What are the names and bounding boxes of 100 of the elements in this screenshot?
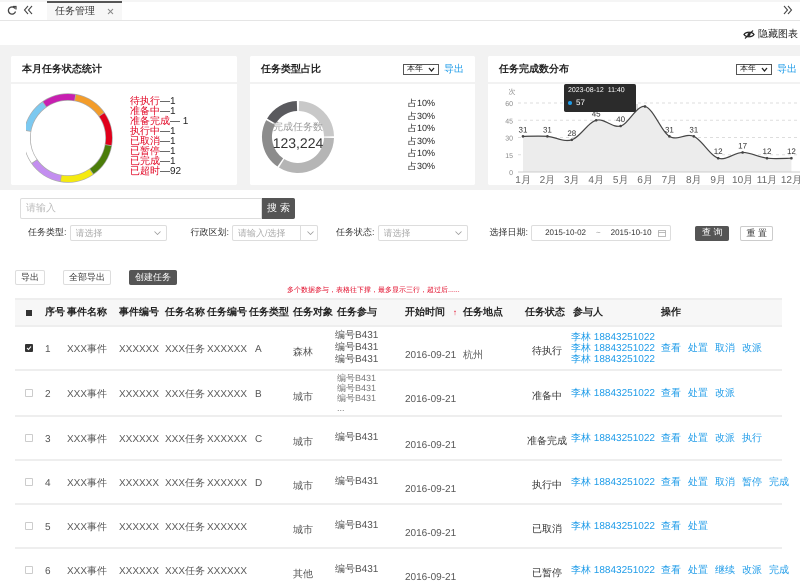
action-button[interactable]: 创建任务 <box>129 270 177 285</box>
reset-button[interactable]: 重 置 <box>740 226 774 240</box>
period-select[interactable]: 本年 <box>736 64 772 74</box>
table-cell: XXX任务 <box>165 344 206 355</box>
column-header[interactable]: 任务类型 <box>249 305 289 320</box>
chevron-down-icon <box>307 231 314 235</box>
column-header[interactable]: 任务对象 <box>293 305 333 320</box>
contact-link[interactable]: 李林 18843251022 <box>571 564 659 576</box>
data-point <box>546 135 549 138</box>
contact-link[interactable]: 李林 18843251022 <box>571 354 659 364</box>
contact-link[interactable]: 李林 18843251022 <box>571 388 659 398</box>
data-point <box>741 151 744 154</box>
data-point <box>716 156 720 160</box>
search-button[interactable]: 搜 索 <box>262 198 295 219</box>
data-label: 31 <box>689 125 698 134</box>
period-select[interactable]: 本年 <box>403 64 439 74</box>
status-text: 已取消 <box>532 522 562 536</box>
action-link[interactable]: 查看 <box>661 386 681 400</box>
row-checkbox[interactable] <box>25 389 33 397</box>
sort-indicator[interactable]: ↑ <box>453 306 457 318</box>
action-link[interactable]: 暂停 <box>742 474 762 490</box>
double-chevron-right-icon[interactable] <box>783 5 793 15</box>
participant-text: 编号B431 <box>336 383 378 393</box>
double-chevron-left-icon[interactable] <box>23 5 33 15</box>
column-header[interactable]: 任务地点 <box>463 305 503 320</box>
axis-tick-label: 1月 <box>515 175 531 187</box>
table-cell: XXXXXX <box>119 566 160 577</box>
export-link[interactable]: 导出 <box>777 62 797 76</box>
column-header[interactable]: 事件名称 <box>67 305 107 320</box>
action-link[interactable]: 完成 <box>769 562 789 578</box>
row-checkbox[interactable] <box>25 344 33 352</box>
column-header[interactable]: 任务状态 <box>525 305 565 320</box>
data-label: 31 <box>542 125 552 134</box>
action-link[interactable]: 继续 <box>715 562 735 578</box>
action-link[interactable]: 改派 <box>715 386 735 400</box>
select-all-checkbox[interactable] <box>26 310 32 316</box>
filter-label: 行政区划: <box>190 226 230 240</box>
action-link[interactable]: 取消 <box>715 340 735 356</box>
contact-link[interactable]: 李林 18843251022 <box>571 432 659 444</box>
data-label: 12 <box>762 147 772 156</box>
close-icon[interactable] <box>107 8 114 15</box>
action-link[interactable]: 处置 <box>688 340 708 356</box>
action-link[interactable]: 查看 <box>661 474 681 490</box>
action-link[interactable]: 查看 <box>661 562 681 578</box>
action-link[interactable]: 处置 <box>688 430 708 446</box>
row-checkbox[interactable] <box>25 434 33 442</box>
select-field[interactable]: 请输入/选择 <box>232 225 318 241</box>
legend-item: 占10% <box>408 147 436 160</box>
row-checkbox[interactable] <box>25 566 33 574</box>
action-link[interactable]: 改派 <box>715 430 735 446</box>
select-field[interactable]: 请选择 <box>378 225 468 241</box>
legend-item: 已取消—1 <box>130 137 177 147</box>
tab[interactable]: 任务管理 <box>47 1 122 20</box>
select-field[interactable]: 请选择 <box>70 225 167 241</box>
column-header[interactable]: 任务名称 <box>165 305 205 320</box>
action-link[interactable]: 取消 <box>715 474 735 490</box>
column-header[interactable]: 任务编号 <box>207 305 247 320</box>
hide-charts-button[interactable]: 隐藏图表 <box>743 27 798 42</box>
export-link[interactable]: 导出 <box>444 62 464 76</box>
refresh-icon[interactable] <box>7 5 17 15</box>
legend-item: 占30% <box>408 110 436 122</box>
action-link[interactable]: 改派 <box>742 340 762 356</box>
action-link[interactable]: 查看 <box>661 340 681 356</box>
action-link[interactable]: 改派 <box>742 562 762 578</box>
search-field[interactable]: 请输入 <box>20 198 262 219</box>
action-button[interactable]: 全部导出 <box>63 270 111 285</box>
contact-link[interactable]: 李林 18843251022 <box>571 476 659 488</box>
action-link[interactable]: 查看 <box>661 430 681 446</box>
row-checkbox[interactable] <box>25 522 33 530</box>
participant-text: 编号B431 <box>335 564 380 576</box>
column-header[interactable]: 操作 <box>661 305 681 320</box>
action-link[interactable]: 处置 <box>688 386 708 400</box>
action-link[interactable]: 处置 <box>688 562 708 578</box>
axis-tick-label: 11月 <box>756 175 778 187</box>
table-cell: XXXXXX <box>207 434 248 445</box>
action-link[interactable]: 处置 <box>688 518 708 534</box>
contact-link[interactable]: 李林 18843251022 <box>571 520 659 532</box>
end-date: 2015-10-10 <box>610 227 652 239</box>
query-button[interactable]: 查 询 <box>695 226 730 240</box>
table-cell: 其他 <box>293 569 313 580</box>
column-header[interactable]: 序号 <box>45 305 65 320</box>
table-cell: XXX任务 <box>165 478 206 489</box>
column-header[interactable]: 事件编号 <box>119 305 159 320</box>
table-cell: 2016-09-21 <box>405 528 456 539</box>
row-checkbox[interactable] <box>25 478 33 486</box>
date-range-field[interactable]: 2015-10-02 ~ 2015-10-10 <box>531 225 672 241</box>
axis-tick-label: 6月 <box>637 175 653 187</box>
column-header[interactable]: 任务参与 <box>337 305 377 320</box>
action-button[interactable]: 导出 <box>15 270 45 285</box>
action-link[interactable]: 处置 <box>688 474 708 490</box>
action-link[interactable]: 完成 <box>769 474 789 490</box>
action-link[interactable]: 查看 <box>661 518 681 534</box>
data-label: 40 <box>616 115 626 124</box>
action-link[interactable]: 执行 <box>742 430 762 446</box>
contact-link[interactable]: 李林 18843251022 <box>571 342 659 354</box>
participant-text: 编号B431 <box>335 520 380 532</box>
column-header[interactable]: 参与人 <box>573 305 603 320</box>
contact-link[interactable]: 李林 18843251022 <box>571 332 659 342</box>
column-header[interactable]: 开始时间 <box>405 305 445 320</box>
table-cell: D <box>255 478 262 489</box>
